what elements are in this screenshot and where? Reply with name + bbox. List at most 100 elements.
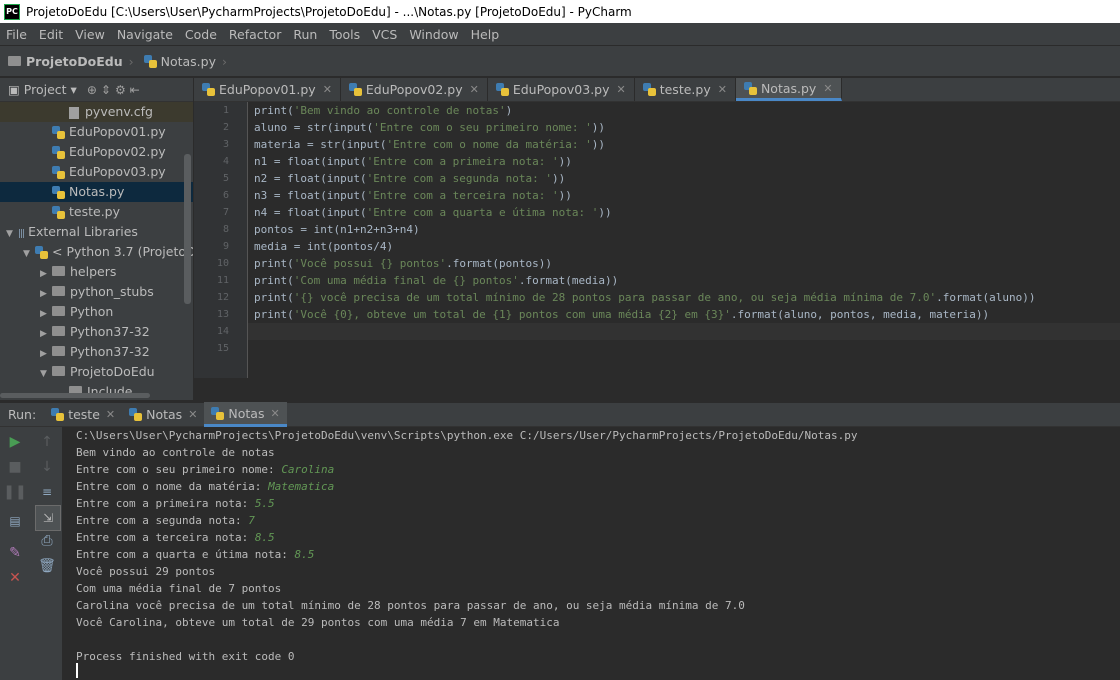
tree-item-label: Notas.py xyxy=(69,184,125,199)
menu-window[interactable]: Window xyxy=(403,27,464,42)
run-tab-notas[interactable]: Notas ✕ xyxy=(204,402,287,427)
code-line: aluno = str(input('Entre com o seu prime… xyxy=(254,119,1035,136)
folder-icon xyxy=(52,346,65,356)
close-tab-icon[interactable]: ✕ xyxy=(106,408,115,421)
breadcrumb-file-label: Notas.py xyxy=(160,53,216,69)
tree-item[interactable]: EduPopov01.py xyxy=(0,122,193,142)
tree-item[interactable]: ▶ python_stubs xyxy=(0,282,193,302)
close-tab-icon[interactable]: ✕ xyxy=(718,83,727,96)
menu-run[interactable]: Run xyxy=(287,27,323,42)
hide-icon[interactable]: ⇤ xyxy=(130,83,144,97)
tree-item[interactable]: ▶ helpers xyxy=(0,262,193,282)
run-tab-teste[interactable]: teste ✕ xyxy=(44,402,122,427)
run-toolbar: ▶ ■ ❚❚ ▤ ✎ ✕ ↑ ↓ ≡ ⇲ ⎙ 🗑 xyxy=(0,427,62,680)
tree-item[interactable]: teste.py xyxy=(0,202,193,222)
breadcrumb-file[interactable]: Notas.py xyxy=(136,54,220,69)
string-literal: 'Entre com a segunda nota: ' xyxy=(366,172,553,185)
code-token: )) xyxy=(552,172,566,185)
menu-code[interactable]: Code xyxy=(179,27,223,42)
expand-down-icon[interactable]: ▼ xyxy=(40,364,52,384)
menu-tools[interactable]: Tools xyxy=(323,27,366,42)
tree-item[interactable]: ▼ ||| External Libraries xyxy=(0,222,193,242)
code-token: )) xyxy=(591,138,606,151)
tab-label: teste.py xyxy=(659,82,711,97)
print-icon[interactable]: ⎙ xyxy=(38,532,56,550)
tab-teste-py[interactable]: teste.py ✕ xyxy=(635,78,736,101)
tree-item[interactable]: EduPopov02.py xyxy=(0,142,193,162)
menu-edit[interactable]: Edit xyxy=(33,27,69,42)
collapse-icon[interactable]: ⇕ xyxy=(101,83,115,97)
stop-icon[interactable]: ■ xyxy=(6,458,24,476)
rerun-icon[interactable]: ▶ xyxy=(6,433,24,451)
tree-scrollbar[interactable] xyxy=(184,154,191,304)
gear-icon[interactable]: ⚙ xyxy=(115,83,130,97)
navigation-bar: ProjetoDoEdu › Notas.py › xyxy=(0,45,1120,77)
tab-notas-py[interactable]: Notas.py ✕ xyxy=(735,78,842,101)
tree-item[interactable]: EduPopov03.py xyxy=(0,162,193,182)
close-tab-icon[interactable]: ✕ xyxy=(188,408,197,421)
menu-navigate[interactable]: Navigate xyxy=(111,27,179,42)
python-file-icon xyxy=(143,54,157,68)
run-tab-notas[interactable]: Notas ✕ xyxy=(122,402,204,427)
expand-right-icon[interactable]: ▶ xyxy=(40,284,52,304)
python-file-icon xyxy=(129,408,143,421)
close-tab-icon[interactable]: ✕ xyxy=(470,83,479,96)
tree-horizontal-scrollbar[interactable] xyxy=(0,393,150,398)
tab-edupopov01-py[interactable]: EduPopov01.py ✕ xyxy=(194,78,341,101)
expand-right-icon[interactable]: ▶ xyxy=(40,324,52,344)
expand-right-icon[interactable]: ▶ xyxy=(40,304,52,324)
close-icon[interactable]: ✕ xyxy=(6,569,24,587)
run-tab-label: Notas xyxy=(228,405,265,421)
menu-file[interactable]: File xyxy=(0,27,33,42)
tree-item[interactable]: ▶ Python xyxy=(0,302,193,322)
tab-label: Notas.py xyxy=(760,80,817,96)
line-number: 6 xyxy=(222,190,229,201)
menu-refactor[interactable]: Refactor xyxy=(223,27,287,42)
menu-vcs[interactable]: VCS xyxy=(366,27,403,42)
up-arrow-icon[interactable]: ↑ xyxy=(38,433,56,451)
line-number: 10 xyxy=(216,258,229,269)
menu-help[interactable]: Help xyxy=(465,27,506,42)
close-tab-icon[interactable]: ✕ xyxy=(270,407,279,420)
scroll-to-end-icon[interactable]: ⇲ xyxy=(35,505,61,531)
soft-wrap-icon[interactable]: ≡ xyxy=(38,483,56,501)
close-tab-icon[interactable]: ✕ xyxy=(823,82,832,95)
code-editor[interactable]: 1 2 3 4 5 6 7 8 9 10 11 12 13 14 15 print('Bem vindo a… xyxy=(194,102,1120,378)
menu-view[interactable]: View xyxy=(69,27,111,42)
pin-tab-icon[interactable]: ✎ xyxy=(6,544,24,562)
expand-right-icon[interactable]: ▶ xyxy=(40,344,52,364)
breadcrumb-project[interactable]: ProjetoDoEdu xyxy=(0,54,127,69)
string-literal: 'Entre com o nome da matéria: ' xyxy=(386,138,592,151)
trash-icon[interactable]: 🗑 xyxy=(38,557,56,575)
expand-down-icon[interactable]: ▼ xyxy=(6,224,18,244)
tab-edupopov03-py[interactable]: EduPopov03.py ✕ xyxy=(488,78,635,101)
user-input: 8.5 xyxy=(294,548,315,561)
line-number: 4 xyxy=(222,156,229,167)
expand-right-icon[interactable]: ▶ xyxy=(40,264,52,284)
output-text: Entre com o seu primeiro nome: xyxy=(76,463,282,476)
code-line: n2 = float(input('Entre com a segunda no… xyxy=(254,170,1035,187)
close-tab-icon[interactable]: ✕ xyxy=(617,83,626,96)
string-literal: 'Entre com a terceira nota: ' xyxy=(366,189,559,202)
expand-down-icon[interactable]: ▼ xyxy=(23,244,35,264)
output-text: Entre com a terceira nota: xyxy=(76,531,255,544)
project-view-selector[interactable]: ▣ Project ▾ xyxy=(0,82,77,97)
tree-item[interactable]: Notas.py xyxy=(0,182,193,202)
close-tab-icon[interactable]: ✕ xyxy=(323,83,332,96)
tree-item[interactable]: ▼ ProjetoDoEdu xyxy=(0,362,193,382)
tree-item[interactable]: ▶ Python37-32 xyxy=(0,322,193,342)
down-arrow-icon[interactable]: ↓ xyxy=(38,458,56,476)
project-tree: pyvenv.cfg EduPopov01.py EduPopov02.py EduP… xyxy=(0,102,193,400)
locate-icon[interactable]: ⊕ xyxy=(87,83,101,97)
tree-item[interactable]: pyvenv.cfg xyxy=(0,102,193,122)
code-content[interactable]: print('Bem vindo ao controle de notas') a… xyxy=(254,102,1035,357)
project-toolbar: ⊕⇕⚙⇤ xyxy=(87,83,144,97)
tree-item-label: helpers xyxy=(70,264,117,279)
console-output[interactable]: C:\Users\User\PycharmProjects\ProjetoDoE… xyxy=(62,427,1120,680)
restore-layout-icon[interactable]: ▤ xyxy=(6,512,24,530)
tree-item[interactable]: ▼ < Python 3.7 (ProjetoDoEdu) xyxy=(0,242,193,262)
pause-icon[interactable]: ❚❚ xyxy=(3,483,26,501)
console-line: Entre com o seu primeiro nome: Carolina xyxy=(76,461,334,478)
tree-item[interactable]: ▶ Python37-32 xyxy=(0,342,193,362)
tab-edupopov02-py[interactable]: EduPopov02.py ✕ xyxy=(341,78,488,101)
